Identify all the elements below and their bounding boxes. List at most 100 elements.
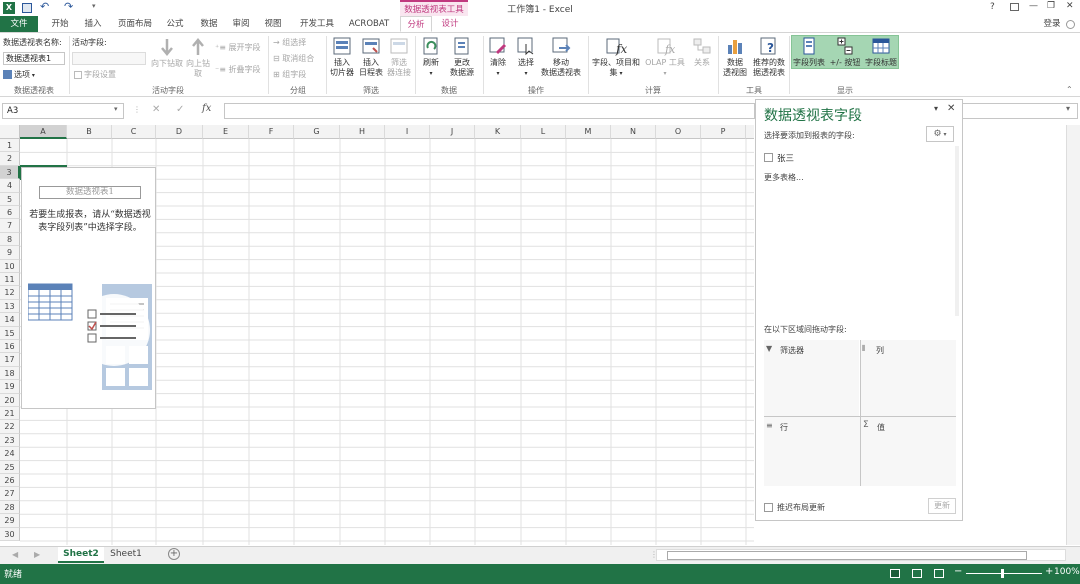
pivot-chart-button[interactable]: 数据 透视图 <box>720 36 750 78</box>
scroll-tabs-left-icon[interactable]: ◀ <box>12 550 18 559</box>
pivot-name-input[interactable]: 数据透视表1 <box>3 52 65 65</box>
column-header-a[interactable]: A <box>20 125 67 139</box>
close-button[interactable]: ✕ <box>1066 1 1074 11</box>
active-field-input[interactable] <box>72 52 146 65</box>
column-header-i[interactable]: I <box>385 125 430 139</box>
column-header-f[interactable]: F <box>249 125 294 139</box>
update-button[interactable]: 更新 <box>928 498 956 514</box>
login-link[interactable]: 登录 <box>1040 16 1064 32</box>
change-data-source-button[interactable]: 更改 数据源 <box>445 36 479 78</box>
row-header-15[interactable]: 15 <box>0 326 20 340</box>
row-header-24[interactable]: 24 <box>0 447 20 461</box>
options-button[interactable]: 选项 ▾ <box>3 69 35 80</box>
restore-button[interactable]: ❐ <box>1047 1 1055 11</box>
enter-icon[interactable]: ✓ <box>176 104 184 115</box>
group-selection-button[interactable]: → 组选择 <box>273 37 306 48</box>
ribbon-display-button[interactable] <box>1010 3 1019 11</box>
tab-view[interactable]: 视图 <box>258 16 288 32</box>
help-button[interactable]: ? <box>990 2 995 12</box>
tab-page-layout[interactable]: 页面布局 <box>112 16 158 32</box>
column-header-o[interactable]: O <box>656 125 701 139</box>
row-header-14[interactable]: 14 <box>0 313 20 327</box>
name-box-dropdown-icon[interactable]: ▾ <box>114 105 118 113</box>
page-break-view-icon[interactable] <box>934 569 944 578</box>
column-header-g[interactable]: G <box>294 125 340 139</box>
sheet-tab-sheet2[interactable]: Sheet2 <box>58 547 104 563</box>
row-header-1[interactable]: 1 <box>0 139 20 153</box>
horizontal-scrollbar[interactable] <box>656 549 1066 561</box>
tab-formulas[interactable]: 公式 <box>160 16 190 32</box>
row-header-26[interactable]: 26 <box>0 474 20 488</box>
customize-quick-access-icon[interactable]: ▾ <box>92 2 96 10</box>
minimize-button[interactable]: — <box>1029 1 1038 11</box>
formula-input[interactable] <box>224 103 755 119</box>
collapse-ribbon-icon[interactable]: ⌃ <box>1066 85 1073 94</box>
column-header-e[interactable]: E <box>203 125 249 139</box>
scroll-tabs-right-icon[interactable]: ▶ <box>34 550 40 559</box>
new-sheet-button[interactable]: + <box>168 548 180 560</box>
olap-tools-button[interactable]: fx OLAP 工具 ▾ <box>643 36 687 79</box>
column-header-q[interactable]: Q <box>746 125 754 139</box>
pane-close-button[interactable]: ✕ <box>947 103 955 114</box>
row-header-23[interactable]: 23 <box>0 433 20 448</box>
field-headers-button[interactable]: 字段标题 <box>862 36 900 68</box>
values-area[interactable]: Σ 值 <box>861 417 956 486</box>
column-header-m[interactable]: M <box>566 125 611 139</box>
tab-design[interactable]: 设计 <box>434 16 466 32</box>
row-header-4[interactable]: 4 <box>0 179 20 193</box>
name-box[interactable]: A3 <box>2 103 124 119</box>
tab-data[interactable]: 数据 <box>194 16 224 32</box>
pane-options-icon[interactable]: ▾ <box>934 104 938 113</box>
row-header-3[interactable]: 3 <box>0 165 20 180</box>
zoom-in-button[interactable]: + <box>1045 566 1053 577</box>
tab-acrobat[interactable]: ACROBAT <box>344 16 394 32</box>
relationships-button[interactable]: 关系 <box>688 36 716 68</box>
select-all-corner[interactable] <box>0 125 20 139</box>
tab-home[interactable]: 开始 <box>42 16 78 32</box>
row-header-2[interactable]: 2 <box>0 152 20 166</box>
column-header-d[interactable]: D <box>156 125 203 139</box>
plus-minus-buttons-button[interactable]: +/- 按钮 <box>827 36 863 68</box>
field-settings-button[interactable]: 字段设置 <box>74 69 116 80</box>
refresh-button[interactable]: 刷新 ▾ <box>417 36 445 79</box>
field-list-button[interactable]: 字段列表 <box>791 36 827 68</box>
redo-icon[interactable]: ↷ <box>64 0 73 13</box>
row-header-6[interactable]: 6 <box>0 206 20 220</box>
insert-slicer-button[interactable]: 插入 切片器 <box>327 36 357 78</box>
pane-layout-button[interactable]: ⚙ ▾ <box>926 126 954 142</box>
column-header-l[interactable]: L <box>521 125 566 139</box>
column-header-h[interactable]: H <box>340 125 385 139</box>
collapse-field-button[interactable]: ⁻≡ 折叠字段 <box>215 64 260 75</box>
group-field-button[interactable]: ⊞ 组字段 <box>273 69 306 80</box>
zoom-slider[interactable] <box>966 573 1042 574</box>
row-header-7[interactable]: 7 <box>0 219 20 233</box>
row-header-9[interactable]: 9 <box>0 246 20 260</box>
select-button[interactable]: 选择 ▾ <box>513 36 539 79</box>
recommended-pivot-button[interactable]: ? 推荐的数 据透视表 <box>751 36 787 78</box>
tab-file[interactable]: 文件 <box>0 16 38 32</box>
field-label-zhangsan[interactable]: 张三 <box>777 152 794 164</box>
page-layout-view-icon[interactable] <box>912 569 922 578</box>
row-header-10[interactable]: 10 <box>0 259 20 273</box>
zoom-level[interactable]: 100% <box>1054 567 1080 577</box>
more-tables-link[interactable]: 更多表格... <box>764 172 804 183</box>
columns-area[interactable]: ⦀ 列 <box>860 340 956 416</box>
clear-button[interactable]: 清除 ▾ <box>485 36 511 79</box>
row-header-18[interactable]: 18 <box>0 366 20 381</box>
horizontal-scroll-thumb[interactable] <box>667 551 1027 560</box>
row-header-25[interactable]: 25 <box>0 460 20 474</box>
zoom-slider-thumb[interactable] <box>1001 569 1004 578</box>
insert-timeline-button[interactable]: 插入 日程表 <box>357 36 385 78</box>
column-header-k[interactable]: K <box>475 125 521 139</box>
row-header-8[interactable]: 8 <box>0 232 20 247</box>
drill-up-button[interactable]: 向上钻取 <box>183 37 213 79</box>
drill-down-button[interactable]: 向下钻取 <box>149 37 185 69</box>
insert-function-icon[interactable]: fx <box>202 103 211 114</box>
fields-scrollbar[interactable] <box>955 146 959 316</box>
expand-field-button[interactable]: ⁺≡ 展开字段 <box>215 42 260 53</box>
column-header-p[interactable]: P <box>701 125 746 139</box>
zoom-out-button[interactable]: − <box>954 566 962 577</box>
filter-connections-button[interactable]: 筛选 器连接 <box>385 36 413 78</box>
filters-area[interactable]: ▼ 筛选器 <box>764 340 860 416</box>
row-header-16[interactable]: 16 <box>0 340 20 354</box>
